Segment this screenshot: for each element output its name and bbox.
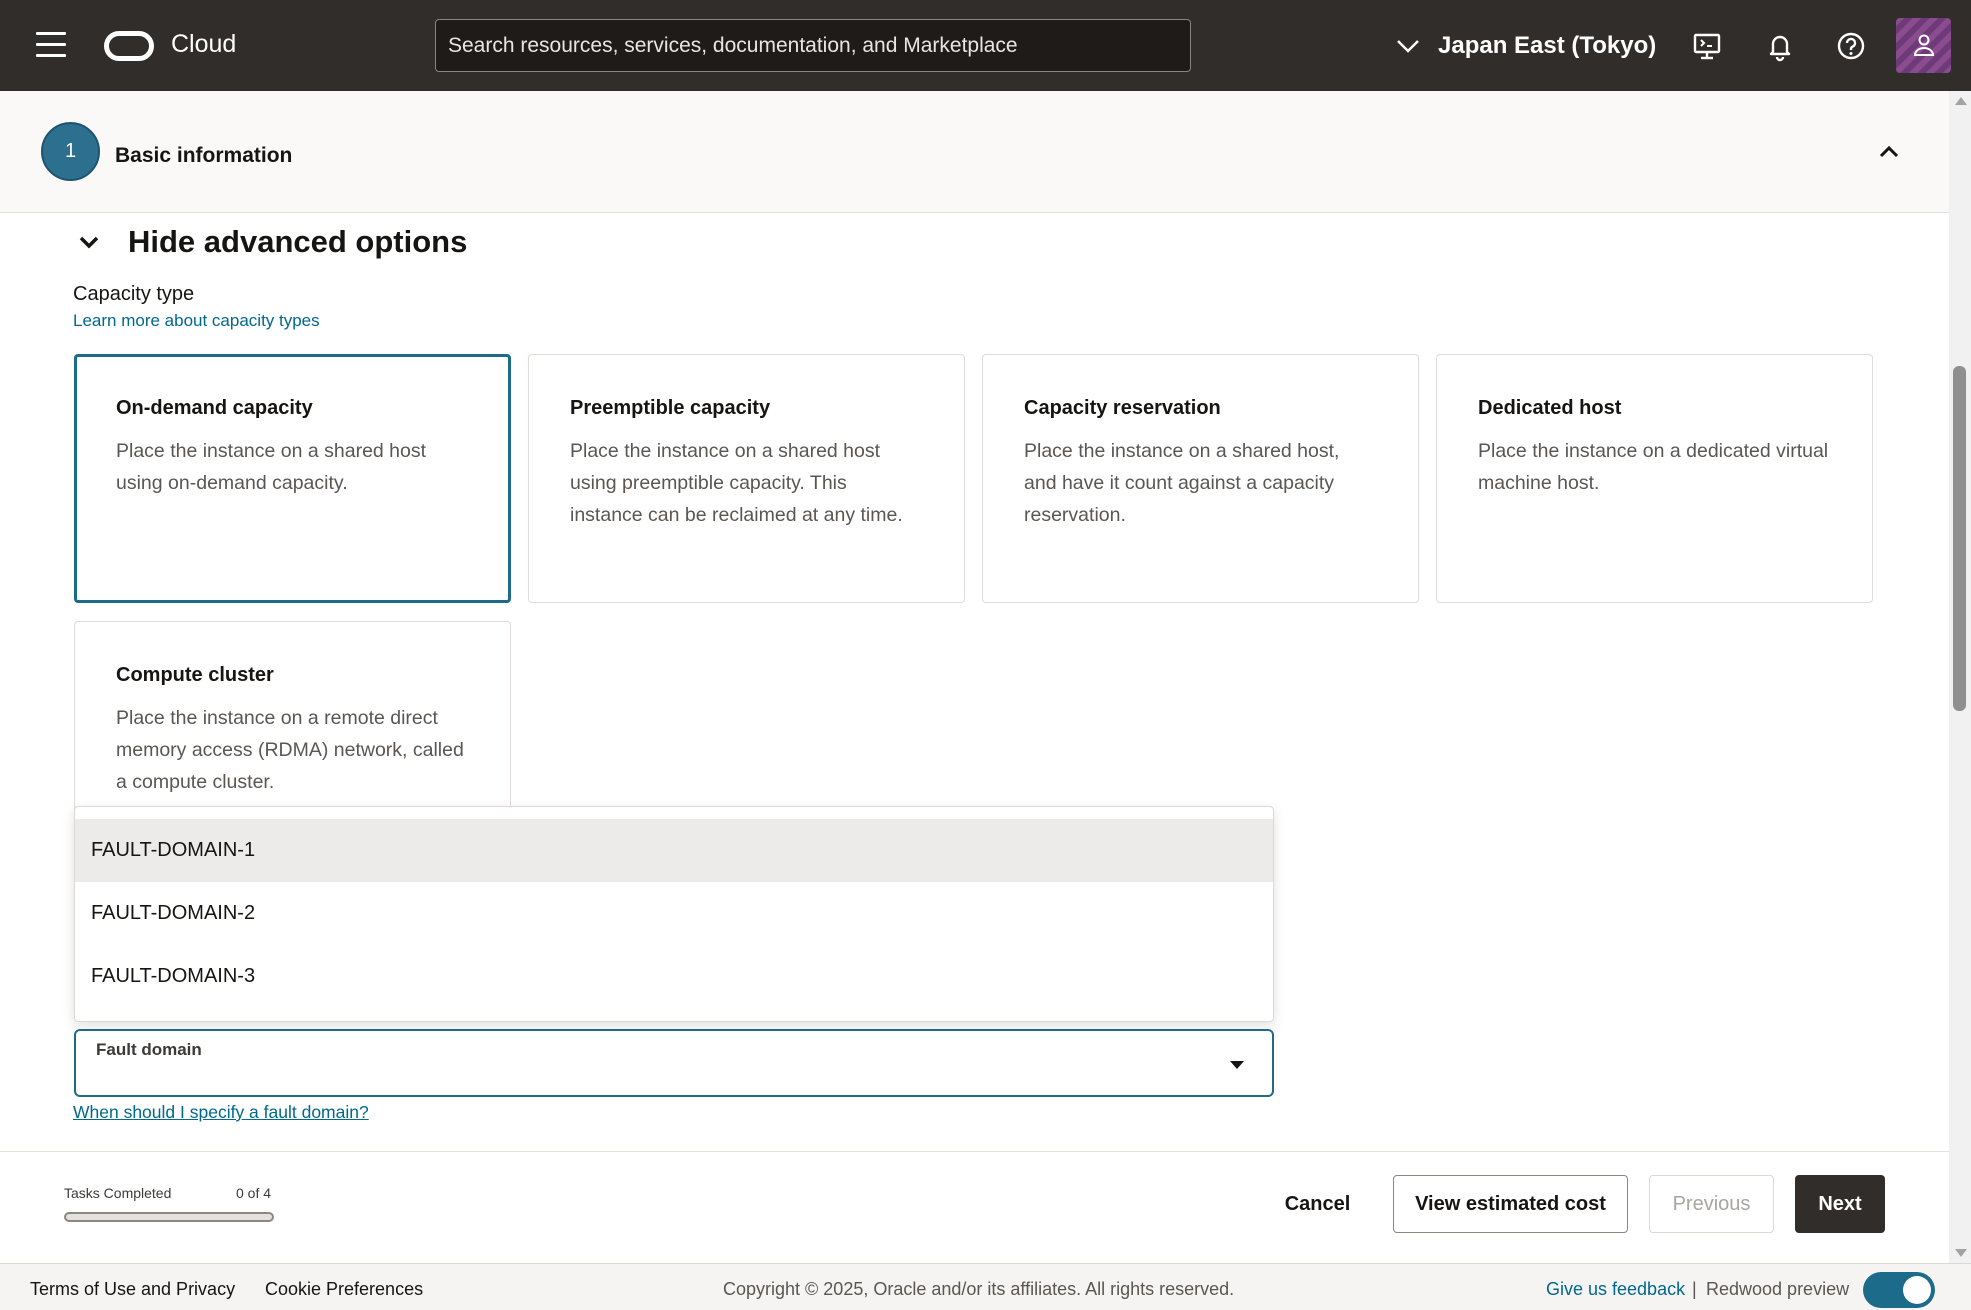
chevron-up-icon	[1879, 145, 1899, 158]
top-navigation-bar: Cloud Japan East (Tokyo)	[0, 0, 1971, 91]
scroll-thumb[interactable]	[1953, 366, 1966, 711]
section-title: Basic information	[115, 144, 293, 167]
tasks-progress-bar	[64, 1212, 274, 1222]
hide-advanced-options-toggle[interactable]: Hide advanced options	[74, 224, 467, 260]
scroll-up-arrow-icon[interactable]	[1955, 97, 1967, 105]
footer-separator: |	[1692, 1279, 1697, 1299]
option-fault-domain-1[interactable]: FAULT-DOMAIN-1	[75, 819, 1273, 882]
scroll-down-arrow-icon[interactable]	[1955, 1249, 1967, 1257]
step-number-badge: 1	[41, 122, 100, 181]
view-estimated-cost-button[interactable]: View estimated cost	[1393, 1175, 1628, 1233]
card-description: Place the instance on a shared host, and…	[1024, 440, 1340, 526]
menu-icon[interactable]	[36, 32, 66, 58]
card-title: Compute cluster	[116, 664, 274, 686]
copyright-text: Copyright © 2025, Oracle and/or its affi…	[723, 1279, 1235, 1299]
cancel-button[interactable]: Cancel	[1270, 1175, 1365, 1233]
card-title: Capacity reservation	[1024, 397, 1221, 419]
tasks-completed-label: Tasks Completed	[64, 1185, 172, 1201]
fault-domain-select[interactable]: Fault domain	[74, 1029, 1274, 1097]
bell-icon[interactable]	[1764, 30, 1796, 62]
brand-label[interactable]: Cloud	[171, 30, 236, 59]
terms-link[interactable]: Terms of Use and Privacy	[30, 1279, 235, 1300]
card-title: On-demand capacity	[116, 397, 313, 419]
next-button[interactable]: Next	[1795, 1175, 1885, 1233]
region-selector[interactable]: Japan East (Tokyo)	[1396, 28, 1656, 64]
card-description: Place the instance on a shared host usin…	[570, 440, 903, 526]
advanced-options-heading: Hide advanced options	[128, 224, 468, 259]
redwood-preview-toggle[interactable]	[1863, 1272, 1935, 1308]
card-dedicated-host[interactable]: Dedicated host Place the instance on a d…	[1436, 354, 1873, 603]
redwood-preview-label: Redwood preview	[1706, 1279, 1850, 1299]
search-input[interactable]	[435, 19, 1191, 72]
fault-domain-help-link[interactable]: When should I specify a fault domain?	[73, 1102, 369, 1123]
user-icon	[1913, 34, 1935, 56]
card-capacity-reservation[interactable]: Capacity reservation Place the instance …	[982, 354, 1419, 603]
learn-more-capacity-link[interactable]: Learn more about capacity types	[73, 311, 320, 331]
collapse-section-button[interactable]	[1874, 137, 1904, 167]
region-label: Japan East (Tokyo)	[1438, 32, 1657, 59]
give-feedback-link[interactable]: Give us feedback	[1546, 1279, 1685, 1300]
toggle-knob	[1903, 1276, 1931, 1304]
card-description: Place the instance on a remote direct me…	[116, 707, 464, 793]
chevron-down-icon	[1397, 40, 1419, 53]
option-fault-domain-3[interactable]: FAULT-DOMAIN-3	[75, 945, 1273, 1008]
card-title: Dedicated host	[1478, 397, 1622, 419]
wizard-action-bar: Tasks Completed 0 of 4 Cancel View estim…	[0, 1151, 1949, 1263]
user-avatar[interactable]	[1896, 18, 1951, 73]
card-description: Place the instance on a shared host usin…	[116, 440, 427, 494]
tasks-completed-count: 0 of 4	[236, 1185, 272, 1201]
card-on-demand-capacity[interactable]: On-demand capacity Place the instance on…	[74, 354, 511, 603]
option-fault-domain-2[interactable]: FAULT-DOMAIN-2	[75, 882, 1273, 945]
card-preemptible-capacity[interactable]: Preemptible capacity Place the instance …	[528, 354, 965, 603]
cookie-preferences-link[interactable]: Cookie Preferences	[265, 1279, 423, 1300]
caret-down-icon	[1230, 1061, 1244, 1069]
oracle-logo-icon[interactable]	[104, 31, 154, 61]
basic-information-section-header: 1 Basic information	[0, 91, 1949, 213]
help-icon[interactable]	[1835, 30, 1867, 62]
capacity-type-label: Capacity type	[73, 283, 195, 305]
chevron-down-icon	[79, 236, 99, 249]
card-title: Preemptible capacity	[570, 397, 771, 419]
page-scrollbar[interactable]	[1949, 91, 1971, 1263]
previous-button[interactable]: Previous	[1649, 1175, 1774, 1233]
fault-domain-label: Fault domain	[96, 1040, 202, 1059]
page-footer: Terms of Use and Privacy Cookie Preferen…	[0, 1263, 1971, 1310]
fault-domain-listbox: FAULT-DOMAIN-1 FAULT-DOMAIN-2 FAULT-DOMA…	[74, 806, 1274, 1022]
cloud-shell-icon[interactable]	[1691, 30, 1723, 62]
card-description: Place the instance on a dedicated virtua…	[1478, 440, 1829, 494]
